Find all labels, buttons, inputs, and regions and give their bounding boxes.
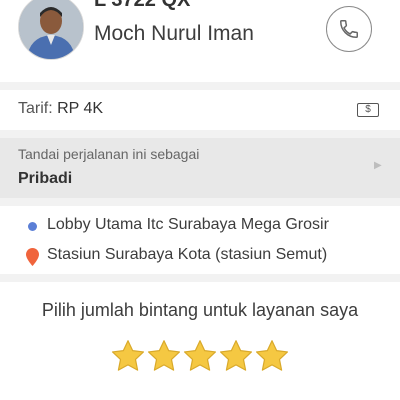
pickup-address: Lobby Utama Itc Surabaya Mega Grosir (47, 216, 329, 233)
pickup-dot-icon (28, 222, 37, 231)
tariff-value: RP 4K (57, 100, 104, 117)
trip-type-value: Pribadi (18, 170, 73, 187)
star-rating (110, 338, 290, 378)
driver-avatar (18, 0, 84, 60)
license-plate: L 3722 QX (94, 0, 191, 11)
star-icon[interactable] (182, 338, 218, 374)
location-pin-icon (26, 248, 39, 266)
route-card: Lobby Utama Itc Surabaya Mega Grosir Sta… (0, 206, 400, 274)
star-icon[interactable] (110, 338, 146, 374)
tariff-label: Tarif: (18, 100, 58, 117)
driver-name: Moch Nurul Iman (94, 22, 254, 45)
phone-icon (340, 20, 358, 38)
star-icon[interactable] (218, 338, 254, 374)
rating-prompt: Pilih jumlah bintang untuk layanan saya (41, 300, 359, 320)
star-icon[interactable] (254, 338, 290, 374)
cash-icon: $ (357, 103, 379, 117)
chevron-right-icon: ▶ (374, 160, 382, 171)
dropoff-address: Stasiun Surabaya Kota (stasiun Semut) (47, 246, 328, 263)
call-button[interactable] (326, 6, 372, 52)
tariff-row: Tarif: RP 4K $ (0, 90, 400, 130)
trip-type-selector[interactable]: Tandai perjalanan ini sebagai Pribadi ▶ (0, 138, 400, 198)
driver-card: L 3722 QX Moch Nurul Iman (0, 0, 400, 82)
star-icon[interactable] (146, 338, 182, 374)
rating-card: Pilih jumlah bintang untuk layanan saya (0, 282, 400, 400)
trip-type-label: Tandai perjalanan ini sebagai (18, 146, 200, 162)
pickup-location: Lobby Utama Itc Surabaya Mega Grosir (0, 214, 400, 240)
dropoff-location: Stasiun Surabaya Kota (stasiun Semut) (0, 244, 400, 270)
